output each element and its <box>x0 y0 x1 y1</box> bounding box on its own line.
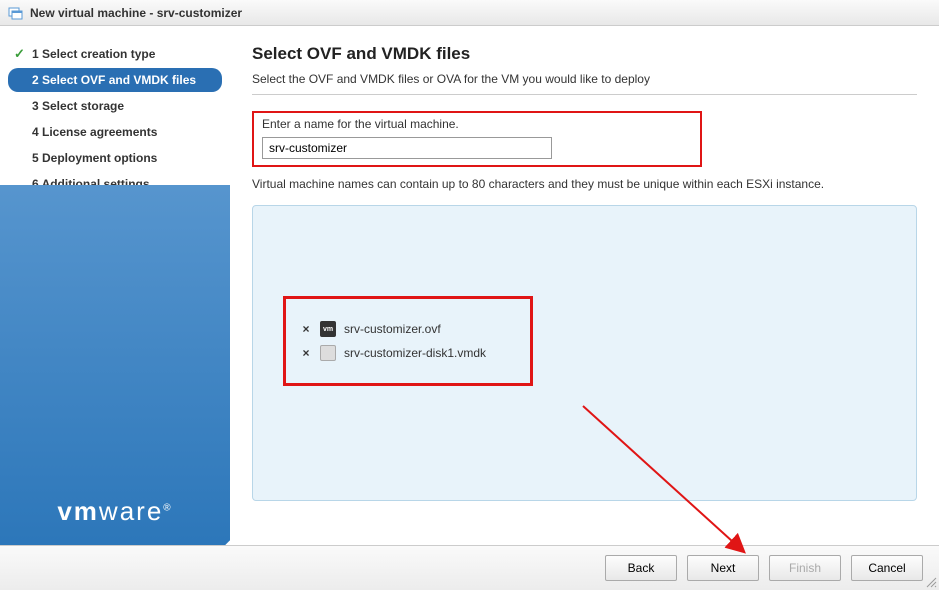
sidebar-background: vmware® <box>0 185 230 545</box>
vm-wizard-icon <box>8 5 24 21</box>
vm-name-input[interactable] <box>262 137 552 159</box>
finish-button: Finish <box>769 555 841 581</box>
name-hint: Virtual machine names can contain up to … <box>252 177 917 191</box>
name-highlight-box: Enter a name for the virtual machine. <box>252 111 702 167</box>
next-button[interactable]: Next <box>687 555 759 581</box>
main-area: 1 Select creation type 2 Select OVF and … <box>0 26 939 545</box>
content-heading: Select OVF and VMDK files <box>252 44 917 64</box>
window-title: New virtual machine - srv-customizer <box>30 6 242 20</box>
step-license[interactable]: 4 License agreements <box>8 120 222 144</box>
name-prompt: Enter a name for the virtual machine. <box>262 117 692 131</box>
step-creation-type[interactable]: 1 Select creation type <box>8 42 222 66</box>
wizard-footer: Back Next Finish Cancel <box>0 545 939 590</box>
step-label: 2 Select OVF and VMDK files <box>32 73 196 87</box>
titlebar: New virtual machine - srv-customizer <box>0 0 939 26</box>
file-highlight-box: × vm srv-customizer.ovf × srv-customizer… <box>283 296 533 386</box>
step-storage[interactable]: 3 Select storage <box>8 94 222 118</box>
step-label: 1 Select creation type <box>32 47 155 61</box>
file-dropzone[interactable]: × vm srv-customizer.ovf × srv-customizer… <box>252 205 917 501</box>
step-label: 4 License agreements <box>32 125 157 139</box>
step-ovf-vmdk[interactable]: 2 Select OVF and VMDK files <box>8 68 222 92</box>
vmware-logo: vmware® <box>57 496 172 527</box>
wizard-sidebar: 1 Select creation type 2 Select OVF and … <box>0 26 230 545</box>
back-button[interactable]: Back <box>605 555 677 581</box>
ovf-file-icon: vm <box>320 321 336 337</box>
resize-grip-icon[interactable] <box>925 576 937 588</box>
remove-file-icon[interactable]: × <box>300 322 312 336</box>
cancel-button[interactable]: Cancel <box>851 555 923 581</box>
file-row: × vm srv-customizer.ovf <box>300 317 516 341</box>
content-subtitle: Select the OVF and VMDK files or OVA for… <box>252 72 917 95</box>
file-name: srv-customizer-disk1.vmdk <box>344 346 486 360</box>
disk-file-icon <box>320 345 336 361</box>
wizard-content: Select OVF and VMDK files Select the OVF… <box>230 26 939 545</box>
step-label: 3 Select storage <box>32 99 124 113</box>
step-label: 5 Deployment options <box>32 151 157 165</box>
file-row: × srv-customizer-disk1.vmdk <box>300 341 516 365</box>
step-deploy-options[interactable]: 5 Deployment options <box>8 146 222 170</box>
remove-file-icon[interactable]: × <box>300 346 312 360</box>
file-name: srv-customizer.ovf <box>344 322 441 336</box>
